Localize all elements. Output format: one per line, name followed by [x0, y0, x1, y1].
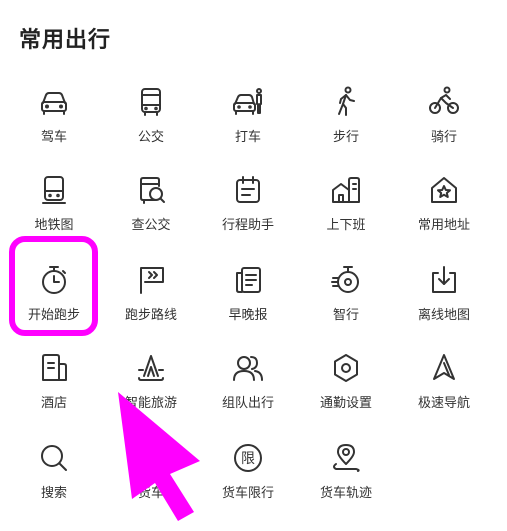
shortcut-label: 智能旅游 [124, 396, 177, 411]
shortcut-label: 步行 [332, 130, 359, 145]
shortcut-running-route[interactable]: 跑步路线 [101, 262, 201, 342]
car-icon [41, 92, 67, 115]
shortcut-label: 查公交 [131, 218, 171, 233]
shortcut-label: 货车轨迹 [319, 486, 372, 501]
taxi-icon [233, 88, 262, 115]
shortcut-label: 行程助手 [221, 218, 274, 233]
flag-icon [140, 267, 164, 294]
shortcut-walk[interactable]: 步行 [296, 84, 396, 164]
shortcut-label: 智行 [332, 308, 359, 323]
shortcut-fast-navigation[interactable]: 极速导航 [394, 350, 494, 430]
shortcut-offline-map[interactable]: 离线地图 [394, 262, 494, 342]
download-icon [432, 266, 456, 293]
shortcut-smart-tour[interactable]: 智能旅游 [101, 350, 201, 430]
shortcut-label: 骑行 [430, 130, 457, 145]
bike-icon [429, 86, 459, 114]
shortcut-saved-address[interactable]: 常用地址 [394, 172, 494, 252]
shortcut-smart-travel[interactable]: 智行 [296, 262, 396, 342]
navigation-arrow-icon [433, 354, 455, 380]
shortcut-label: 货车 [137, 486, 164, 501]
shortcut-label: 上下班 [326, 218, 366, 233]
walk-icon [338, 86, 355, 116]
highlight-box [9, 236, 98, 336]
shortcut-bike[interactable]: 骑行 [394, 84, 494, 164]
shortcut-hotel[interactable]: 酒店 [4, 350, 104, 430]
shortcut-label: 地铁图 [34, 218, 74, 233]
group-icon [233, 356, 263, 381]
shortcut-label: 驾车 [40, 130, 67, 145]
shortcut-commute[interactable]: 上下班 [296, 172, 396, 252]
shortcut-group-travel[interactable]: 组队出行 [198, 350, 298, 430]
shortcut-label: 早晚报 [228, 308, 268, 323]
shortcut-commute-settings[interactable]: 通勤设置 [296, 350, 396, 430]
bus-icon [141, 88, 161, 116]
smart-travel-icon [331, 266, 359, 293]
shortcut-label: 搜索 [40, 486, 67, 501]
shortcut-drive[interactable]: 驾车 [4, 84, 104, 164]
shortcut-label: 通勤设置 [319, 396, 372, 411]
commute-icon [332, 177, 360, 203]
hexagon-settings-icon [334, 354, 358, 382]
shortcut-bus-search[interactable]: 查公交 [101, 172, 201, 252]
mountain-icon [138, 355, 164, 381]
restriction-icon: 限 [234, 444, 262, 472]
shortcut-label: 打车 [234, 130, 261, 145]
newspaper-icon [236, 267, 261, 293]
shortcut-daily-brief[interactable]: 早晚报 [198, 262, 298, 342]
shortcut-search[interactable]: 搜索 [4, 440, 104, 520]
track-icon [333, 444, 360, 472]
shortcut-truck-restriction[interactable]: 限 货车限行 [198, 440, 298, 520]
shortcut-label: 极速导航 [417, 396, 470, 411]
truck-icon [137, 449, 165, 471]
shortcut-label: 公交 [137, 130, 164, 145]
search-icon [41, 445, 67, 471]
shortcut-truck-track[interactable]: 货车轨迹 [296, 440, 396, 520]
shortcut-label: 离线地图 [417, 308, 470, 323]
shortcut-label: 组队出行 [221, 396, 274, 411]
calendar-icon [236, 176, 260, 203]
shortcut-taxi[interactable]: 打车 [198, 84, 298, 164]
shortcut-trip-assistant[interactable]: 行程助手 [198, 172, 298, 252]
shortcut-label: 货车限行 [221, 486, 274, 501]
shortcut-label: 常用地址 [417, 218, 470, 233]
svg-text:限: 限 [241, 451, 255, 467]
shortcut-bus[interactable]: 公交 [101, 84, 201, 164]
shortcut-truck[interactable]: 货车 [101, 440, 201, 520]
subway-icon [42, 176, 66, 204]
home-star-icon [431, 177, 457, 203]
shortcut-label: 酒店 [40, 396, 67, 411]
shortcut-label: 跑步路线 [124, 308, 177, 323]
hotel-icon [42, 354, 67, 381]
bus-search-icon [140, 177, 165, 204]
